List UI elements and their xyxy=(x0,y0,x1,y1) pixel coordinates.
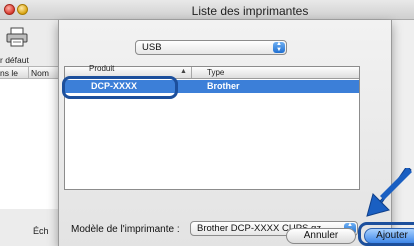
column-separator xyxy=(191,67,192,78)
column-header-type[interactable]: Type xyxy=(207,68,224,77)
sort-ascending-icon: ▲ xyxy=(180,68,187,75)
minimize-button[interactable] xyxy=(17,4,28,15)
model-label: Modèle de l'imprimante : xyxy=(71,224,180,235)
default-printer-label[interactable]: r défaut xyxy=(0,55,29,65)
background-list-header: ns le Nom xyxy=(0,66,58,79)
connection-popup-value: USB xyxy=(142,42,162,53)
connection-popup[interactable]: USB ▲ ▼ xyxy=(135,40,287,55)
add-button-highlight-ring xyxy=(358,222,414,246)
close-button[interactable] xyxy=(4,4,15,15)
background-list xyxy=(0,79,58,209)
printer-highlight-ring xyxy=(62,76,178,99)
background-bottom-label: Éch xyxy=(33,226,49,236)
title-bar: Liste des imprimantes xyxy=(0,0,414,20)
popup-arrows-icon: ▲▼ xyxy=(273,41,285,53)
list-header-col1[interactable]: ns le xyxy=(0,68,18,78)
printer-icon[interactable] xyxy=(6,27,28,47)
row-printer-type: Brother xyxy=(207,81,240,91)
column-separator xyxy=(28,67,29,78)
window-title: Liste des imprimantes xyxy=(191,4,309,18)
list-header-col2[interactable]: Nom xyxy=(31,68,49,78)
cancel-button[interactable]: Annuler xyxy=(286,228,356,244)
toolbar: r défaut xyxy=(0,21,58,65)
pointer-arrow-icon xyxy=(366,168,412,217)
column-header-name[interactable]: Produit xyxy=(89,64,114,73)
